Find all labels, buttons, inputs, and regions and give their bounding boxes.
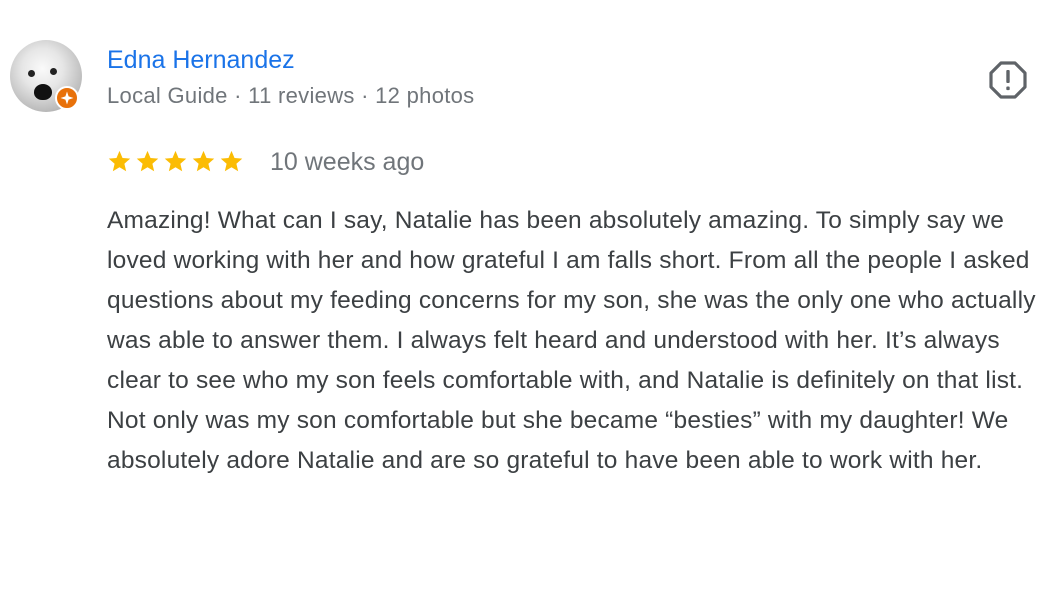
author-name-link[interactable]: Edna Hernandez bbox=[107, 44, 295, 76]
author-meta[interactable]: Local Guide · 11 reviews · 12 photos bbox=[107, 82, 474, 110]
local-guide-badge-icon bbox=[55, 86, 79, 110]
star-icon bbox=[220, 150, 243, 172]
avatar-eye bbox=[28, 70, 35, 77]
avatar-nose bbox=[34, 84, 52, 100]
review-date: 10 weeks ago bbox=[270, 148, 425, 176]
star-icon bbox=[108, 150, 131, 172]
review-text: Amazing! What can I say, Natalie has bee… bbox=[107, 207, 1036, 474]
report-review-button[interactable] bbox=[988, 60, 1028, 100]
star-rating bbox=[107, 147, 244, 177]
avatar-eye bbox=[50, 68, 57, 75]
review-card: Edna Hernandez Local Guide · 11 reviews … bbox=[0, 0, 1046, 604]
star-icon bbox=[136, 150, 159, 172]
star-icon bbox=[164, 150, 187, 172]
report-flag-icon bbox=[989, 61, 1027, 99]
star-icon bbox=[192, 150, 215, 172]
